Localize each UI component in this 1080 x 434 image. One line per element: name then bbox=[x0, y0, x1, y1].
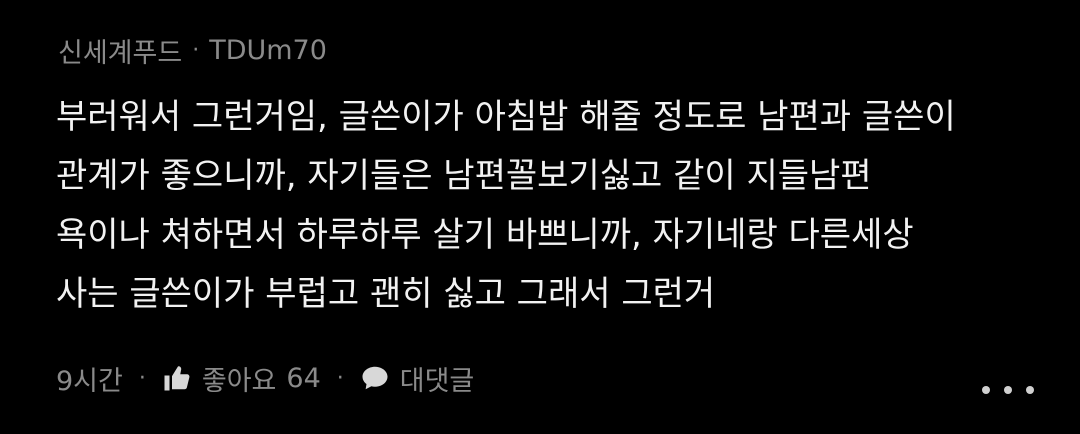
comment-footer: 9시간 · 좋아요 64 · 대댓글 bbox=[56, 356, 474, 400]
like-count: 64 bbox=[286, 362, 321, 394]
more-dot bbox=[982, 386, 990, 394]
comment-meta: 신세계푸드 · TDUm70 bbox=[58, 28, 327, 72]
more-dots-icon[interactable] bbox=[982, 374, 1034, 406]
meta-separator: · bbox=[192, 37, 200, 63]
like-label: 좋아요 bbox=[201, 365, 277, 397]
comment-item: 신세계푸드 · TDUm70 부러워서 그런거임, 글쓴이가 아침밥 해줄 정도… bbox=[0, 0, 1080, 434]
like-button[interactable]: 좋아요 64 bbox=[162, 359, 321, 398]
footer-separator: · bbox=[336, 365, 344, 391]
speech-bubble-icon bbox=[362, 366, 388, 390]
more-dot bbox=[1004, 386, 1012, 394]
footer-separator: · bbox=[138, 365, 146, 391]
comment-time: 9시간 bbox=[56, 365, 123, 397]
thumbs-up-icon bbox=[164, 366, 190, 391]
author-id[interactable]: TDUm70 bbox=[209, 35, 327, 66]
more-dot bbox=[1026, 386, 1034, 394]
reply-button[interactable]: 대댓글 bbox=[360, 359, 475, 398]
author-source[interactable]: 신세계푸드 bbox=[58, 31, 182, 70]
comment-text: 부러워서 그런거임, 글쓴이가 아침밥 해줄 정도로 남편과 글쓴이 관계가 좋… bbox=[56, 97, 956, 314]
reply-label: 대댓글 bbox=[399, 365, 475, 397]
